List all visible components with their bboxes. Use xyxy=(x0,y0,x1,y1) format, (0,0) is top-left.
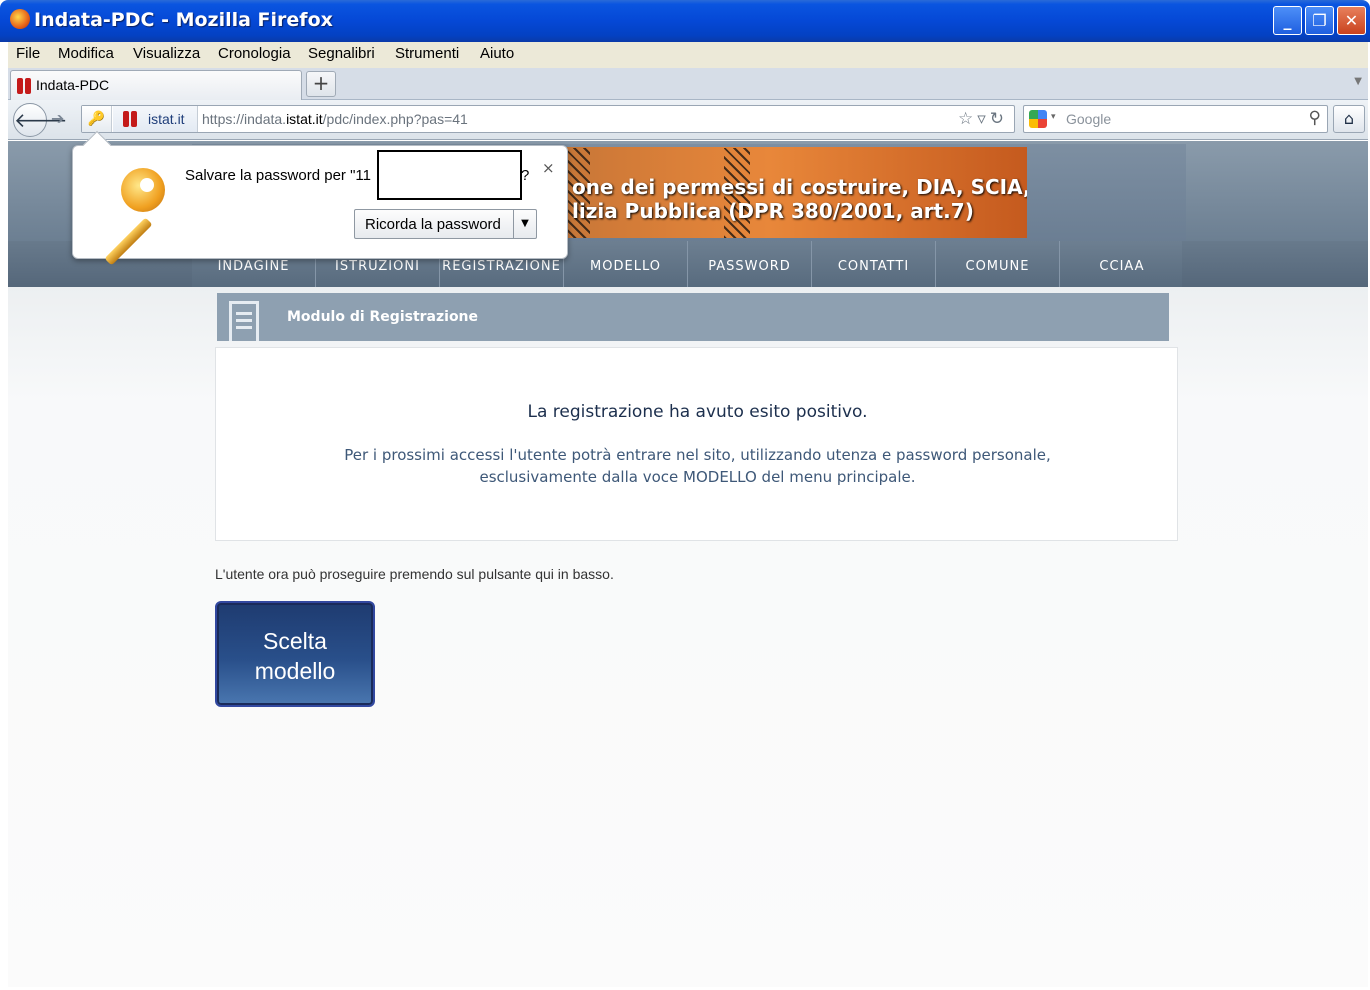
save-password-question: Salvare la password per "11 xyxy=(185,167,371,184)
tab-indata-pdc[interactable]: Indata-PDC xyxy=(10,70,302,100)
maximize-button[interactable]: ❐ xyxy=(1305,6,1334,35)
minimize-button[interactable]: _ xyxy=(1273,6,1302,35)
scelta-modello-button[interactable]: Scelta modello xyxy=(215,601,375,707)
key-icon xyxy=(91,166,171,266)
password-key-icon[interactable]: 🔑 xyxy=(82,106,112,132)
success-details: Per i prossimi accessi l'utente potrà en… xyxy=(344,446,1051,486)
back-button[interactable]: 🡐 xyxy=(13,103,68,137)
search-icon[interactable]: ⚲ xyxy=(1309,108,1321,128)
search-bar[interactable]: ▾ Google ⚲ xyxy=(1023,105,1328,133)
redacted-username xyxy=(377,150,522,200)
document-icon xyxy=(229,301,259,341)
menu-visualizza[interactable]: Visualizza xyxy=(133,45,200,62)
question-mark: ? xyxy=(521,167,530,184)
tab-label: Indata-PDC xyxy=(36,77,110,93)
menu-file[interactable]: File xyxy=(16,45,40,62)
search-engine-dropdown-icon[interactable]: ▾ xyxy=(1051,112,1056,122)
forward-button[interactable]: ➔ xyxy=(51,109,64,128)
nav-modello[interactable]: MODELLO xyxy=(564,241,688,287)
firefox-icon xyxy=(10,9,30,29)
menu-cronologia[interactable]: Cronologia xyxy=(218,45,291,62)
menu-strumenti[interactable]: Strumenti xyxy=(395,45,459,62)
home-button[interactable]: ⌂ xyxy=(1333,105,1365,133)
menu-segnalibri[interactable]: Segnalibri xyxy=(308,45,375,62)
menu-bar: File Modifica Visualizza Cronologia Segn… xyxy=(8,42,1368,68)
new-tab-button[interactable]: + xyxy=(306,71,336,97)
section-header: Modulo di Registrazione xyxy=(217,293,1169,341)
nav-contatti[interactable]: CONTATTI xyxy=(812,241,936,287)
google-engine-icon[interactable] xyxy=(1029,110,1047,128)
tab-list-icon[interactable]: ▼ xyxy=(1354,76,1362,87)
bookmark-star-icon[interactable]: ☆▿↻ xyxy=(958,109,1008,129)
success-headline: La registrazione ha avuto esito positivo… xyxy=(527,402,868,422)
nav-password[interactable]: PASSWORD xyxy=(688,241,812,287)
continue-hint: L'utente ora può proseguire premendo sul… xyxy=(215,566,614,582)
menu-aiuto[interactable]: Aiuto xyxy=(480,45,514,62)
success-message-box: La registrazione ha avuto esito positivo… xyxy=(215,347,1178,541)
url-text[interactable]: https://indata.istat.it/pdc/index.php?pa… xyxy=(202,111,468,127)
close-window-button[interactable]: ✕ xyxy=(1337,6,1366,35)
nav-comune[interactable]: COMUNE xyxy=(936,241,1060,287)
identity-domain: istat.it xyxy=(148,111,185,127)
search-placeholder: Google xyxy=(1066,111,1112,127)
tab-bar: Indata-PDC + ▼ xyxy=(8,68,1368,100)
navigation-bar: 🡐 ➔ 🔑 istat.it https://indata.istat.it/p… xyxy=(8,100,1368,140)
window-title: Indata-PDC - Mozilla Firefox xyxy=(34,9,333,31)
popup-close-icon[interactable]: × xyxy=(542,159,555,177)
window-titlebar: Indata-PDC - Mozilla Firefox _ ❐ ✕ xyxy=(0,0,1370,42)
istat-favicon-icon xyxy=(123,111,137,127)
nav-cciaa[interactable]: CCIAA xyxy=(1060,241,1184,287)
section-title: Modulo di Registrazione xyxy=(287,309,479,325)
banner-title-line2: lizia Pubblica (DPR 380/2001, art.7) xyxy=(572,199,974,223)
banner-title-line1: one dei permessi di costruire, DIA, SCIA… xyxy=(572,175,1027,199)
url-bar[interactable]: 🔑 istat.it https://indata.istat.it/pdc/i… xyxy=(81,105,1015,133)
menu-modifica[interactable]: Modifica xyxy=(58,45,114,62)
istat-favicon-icon xyxy=(17,78,31,94)
remember-password-button[interactable]: Ricorda la password ▼ xyxy=(354,209,537,239)
remember-password-label: Ricorda la password xyxy=(365,216,501,233)
site-identity-button[interactable]: istat.it xyxy=(113,106,198,132)
remember-dropdown-icon[interactable]: ▼ xyxy=(513,210,536,238)
save-password-popup: Salvare la password per "11 ? × Ricorda … xyxy=(72,130,568,266)
web-page: one dei permessi di costruire, DIA, SCIA… xyxy=(8,141,1368,987)
